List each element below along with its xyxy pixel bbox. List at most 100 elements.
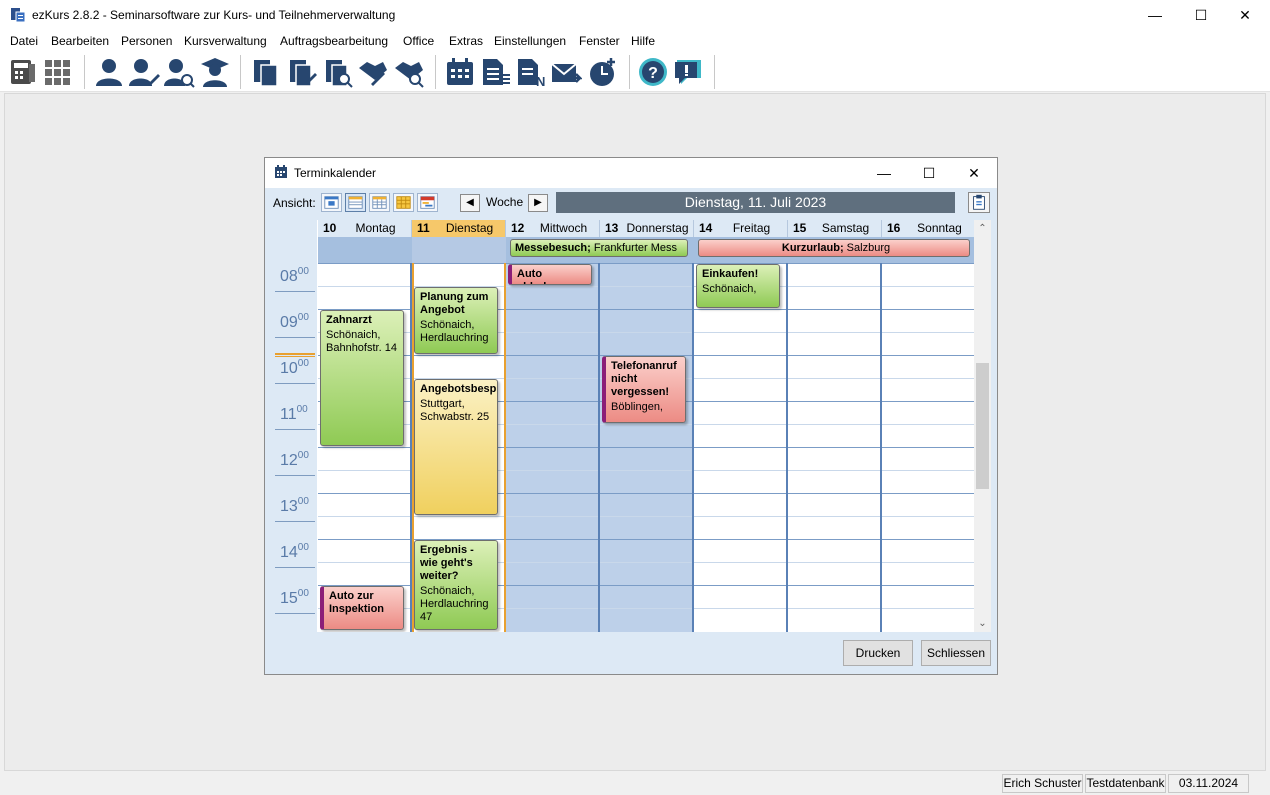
slot-line (882, 263, 974, 264)
document-edit-icon[interactable] (286, 56, 318, 88)
minute-value: 00 (297, 450, 309, 461)
calendar-event[interactable]: Planung zum Angebot Schönaich, Herdlauchr… (414, 287, 498, 354)
day-header-dienstag[interactable]: 11 Dienstag (412, 220, 506, 237)
view-month-icon[interactable] (393, 193, 414, 212)
view-day-icon[interactable] (321, 193, 342, 212)
report-list-icon[interactable] (479, 56, 511, 88)
menu-kursverwaltung[interactable]: Kursverwaltung (184, 34, 267, 48)
allday-event[interactable]: Kurzurlaub; Salzburg (698, 239, 970, 257)
timer-add-icon[interactable] (587, 56, 619, 88)
menu-hilfe[interactable]: Hilfe (631, 34, 655, 48)
scroll-up-icon[interactable]: ⌃ (974, 220, 991, 237)
handshake-edit-icon[interactable] (357, 56, 389, 88)
scroll-thumb[interactable] (976, 363, 989, 489)
event-title: Kurzurlaub; (781, 242, 844, 254)
document-search-icon[interactable] (322, 56, 354, 88)
mail-send-icon[interactable] (550, 56, 582, 88)
allday-event[interactable]: Messebesuch; Frankfurter Mess (510, 239, 688, 257)
hour-label: 1300 (280, 496, 309, 516)
calendar-event[interactable]: Einkaufen! Schönaich, (696, 264, 780, 308)
maximize-button[interactable]: ☐ (1178, 0, 1224, 31)
view-workweek-icon[interactable] (345, 193, 366, 212)
calendar-icon[interactable] (444, 56, 476, 88)
slot-line (882, 562, 974, 563)
slot-line (600, 516, 692, 517)
slot-line (506, 516, 598, 517)
menu-office[interactable]: Office (403, 34, 434, 48)
day-header-montag[interactable]: 10 Montag (318, 220, 412, 237)
graduate-icon[interactable] (199, 56, 231, 88)
slot-line (694, 355, 786, 356)
person-search-icon[interactable] (163, 56, 195, 88)
event-location: Schönaich, (702, 283, 757, 295)
scroll-down-icon[interactable]: ⌄ (974, 615, 991, 632)
clipboard-icon[interactable] (968, 192, 990, 213)
documents-icon[interactable] (250, 56, 282, 88)
view-timeline-icon[interactable] (417, 193, 438, 212)
slot-line (506, 562, 598, 563)
slot-line (414, 355, 504, 356)
handshake-search-icon[interactable] (393, 56, 425, 88)
person-icon[interactable] (93, 56, 125, 88)
day-header-samstag[interactable]: 15 Samstag (788, 220, 882, 237)
slot-line (694, 332, 786, 333)
vertical-scrollbar[interactable]: ⌃ ⌄ (974, 220, 991, 632)
calendar-event[interactable]: Telefonanruf nicht vergessen! Böblingen, (602, 356, 686, 423)
print-button[interactable]: Drucken (843, 640, 913, 666)
minute-value: 00 (297, 312, 309, 323)
dialog-minimize-button[interactable]: — (861, 158, 907, 188)
report-n-icon[interactable]: N (515, 56, 547, 88)
event-title: Telefonanruf nicht vergessen! (611, 360, 677, 398)
day-name: Dienstag (445, 221, 494, 235)
menu-datei[interactable]: Datei (10, 34, 38, 48)
day-column-samstag[interactable] (788, 263, 882, 632)
day-column-sonntag[interactable] (882, 263, 974, 632)
window-title: ezKurs 2.8.2 - Seminarsoftware zur Kurs-… (32, 8, 396, 22)
calendar-event[interactable]: Zahnarzt Schönaich, Bahnhofstr. 14 (320, 310, 404, 446)
slot-line (318, 470, 410, 471)
close-button[interactable]: ✕ (1222, 0, 1268, 31)
menu-auftragsbearbeitung[interactable]: Auftragsbearbeitung (280, 34, 388, 48)
person-edit-icon[interactable] (128, 56, 160, 88)
dialog-close-button[interactable]: ✕ (951, 158, 997, 188)
calendar-event[interactable]: Auto zur Inspektion (320, 586, 404, 630)
slot-line (882, 447, 974, 448)
calendar-event[interactable]: Angebotsbesprechung Stuttgart, Schwabstr.… (414, 379, 498, 515)
menu-extras[interactable]: Extras (449, 34, 483, 48)
allday-cell[interactable] (318, 237, 412, 263)
calendar-event[interactable]: Ergebnis - wie geht's weiter? Schönaich, … (414, 540, 498, 630)
day-column-freitag[interactable] (694, 263, 788, 632)
day-column-donnerstag[interactable] (600, 263, 694, 632)
prev-week-button[interactable]: ◀ (460, 194, 480, 212)
day-header-donnerstag[interactable]: 13 Donnerstag (600, 220, 694, 237)
slot-line (600, 447, 692, 448)
hour-label: 1200 (280, 450, 309, 470)
dialog-maximize-button[interactable]: ☐ (906, 158, 952, 188)
menu-personen[interactable]: Personen (121, 34, 172, 48)
app-window: ezKurs 2.8.2 - Seminarsoftware zur Kurs-… (0, 0, 1270, 795)
next-week-button[interactable]: ▶ (528, 194, 548, 212)
event-title: Zahnarzt (326, 314, 372, 326)
feedback-icon[interactable] (673, 56, 705, 88)
slot-line (882, 470, 974, 471)
help-icon[interactable]: ? (637, 56, 669, 88)
close-dialog-button[interactable]: Schliessen (921, 640, 991, 666)
woche-label: Woche (486, 195, 524, 209)
view-week-icon[interactable] (369, 193, 390, 212)
day-header-freitag[interactable]: 14 Freitag (694, 220, 788, 237)
minimize-button[interactable]: — (1132, 0, 1178, 31)
calculator-book-icon[interactable] (7, 56, 39, 88)
grid-view-icon[interactable] (42, 56, 74, 88)
menu-bearbeiten[interactable]: Bearbeiten (51, 34, 109, 48)
day-header-sonntag[interactable]: 16 Sonntag (882, 220, 974, 237)
menu-einstellungen[interactable]: Einstellungen (494, 34, 566, 48)
day-header-mittwoch[interactable]: 12 Mittwoch (506, 220, 600, 237)
event-location: Schönaich, Herdlauchring 47 (420, 585, 489, 623)
menu-fenster[interactable]: Fenster (579, 34, 620, 48)
slot-line (318, 562, 410, 563)
day-name: Sonntag (917, 221, 962, 235)
calendar-event[interactable]: Auto abholen (508, 264, 592, 285)
day-column-mittwoch[interactable] (506, 263, 600, 632)
event-location: Frankfurter Mess (590, 242, 677, 254)
allday-cell[interactable] (412, 237, 506, 263)
